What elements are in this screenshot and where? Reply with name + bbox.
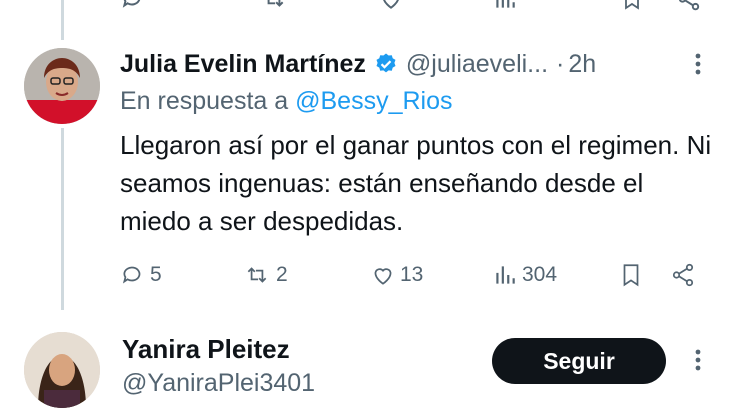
share-icon [672, 263, 694, 287]
reply-count: 5 [150, 263, 162, 286]
reply-icon[interactable] [120, 0, 146, 18]
views-icon[interactable] [492, 0, 518, 18]
view-count: 304 [522, 263, 558, 286]
avatar[interactable] [24, 48, 100, 124]
author-name[interactable]: Julia Evelin Martínez [120, 50, 366, 79]
share-button[interactable] [670, 258, 696, 292]
retweet-icon[interactable] [260, 0, 288, 18]
suggested-handle[interactable]: @YaniraPlei3401 [122, 369, 315, 398]
reply-context: En respuesta a @Bessy_Rios [120, 87, 453, 116]
thread-line [61, 128, 64, 310]
views-button[interactable]: 304 [492, 258, 557, 292]
reply-button[interactable]: 5 [120, 258, 162, 292]
reply-icon [122, 266, 141, 284]
retweet-count: 2 [276, 263, 288, 286]
bookmark-icon[interactable] [620, 0, 644, 18]
bookmark-icon [623, 264, 639, 287]
like-icon[interactable] [378, 0, 404, 18]
author-handle[interactable]: @juliaeveli... [406, 50, 548, 79]
tweet-text: Llegaron así por el ganar puntos con el … [120, 130, 712, 236]
retweet-button[interactable]: 2 [242, 258, 288, 292]
bookmark-button[interactable] [618, 258, 644, 292]
like-icon [374, 268, 392, 285]
verified-badge-icon [376, 53, 396, 73]
more-options-icon[interactable] [688, 48, 708, 80]
views-icon [496, 266, 515, 284]
thread-line-top [61, 0, 64, 40]
tweet-header: Julia Evelin Martínez @juliaeveli... · 2… [120, 44, 596, 84]
retweet-icon [247, 267, 267, 283]
suggested-avatar[interactable] [24, 332, 100, 408]
reply-mention-link[interactable]: @Bessy_Rios [295, 87, 452, 115]
like-count: 13 [400, 263, 424, 286]
tweet-actions: 5 2 13 304 [120, 258, 710, 292]
follow-button[interactable]: Seguir [492, 338, 666, 384]
timestamp[interactable]: 2h [568, 50, 596, 79]
share-icon[interactable] [676, 0, 702, 18]
more-options-icon[interactable] [688, 344, 708, 376]
suggested-name[interactable]: Yanira Pleitez [122, 334, 290, 365]
previous-tweet-actions [120, 0, 700, 11]
like-button[interactable]: 13 [370, 258, 423, 292]
reply-prefix: En respuesta a [120, 87, 289, 115]
separator-dot: · [556, 49, 565, 78]
